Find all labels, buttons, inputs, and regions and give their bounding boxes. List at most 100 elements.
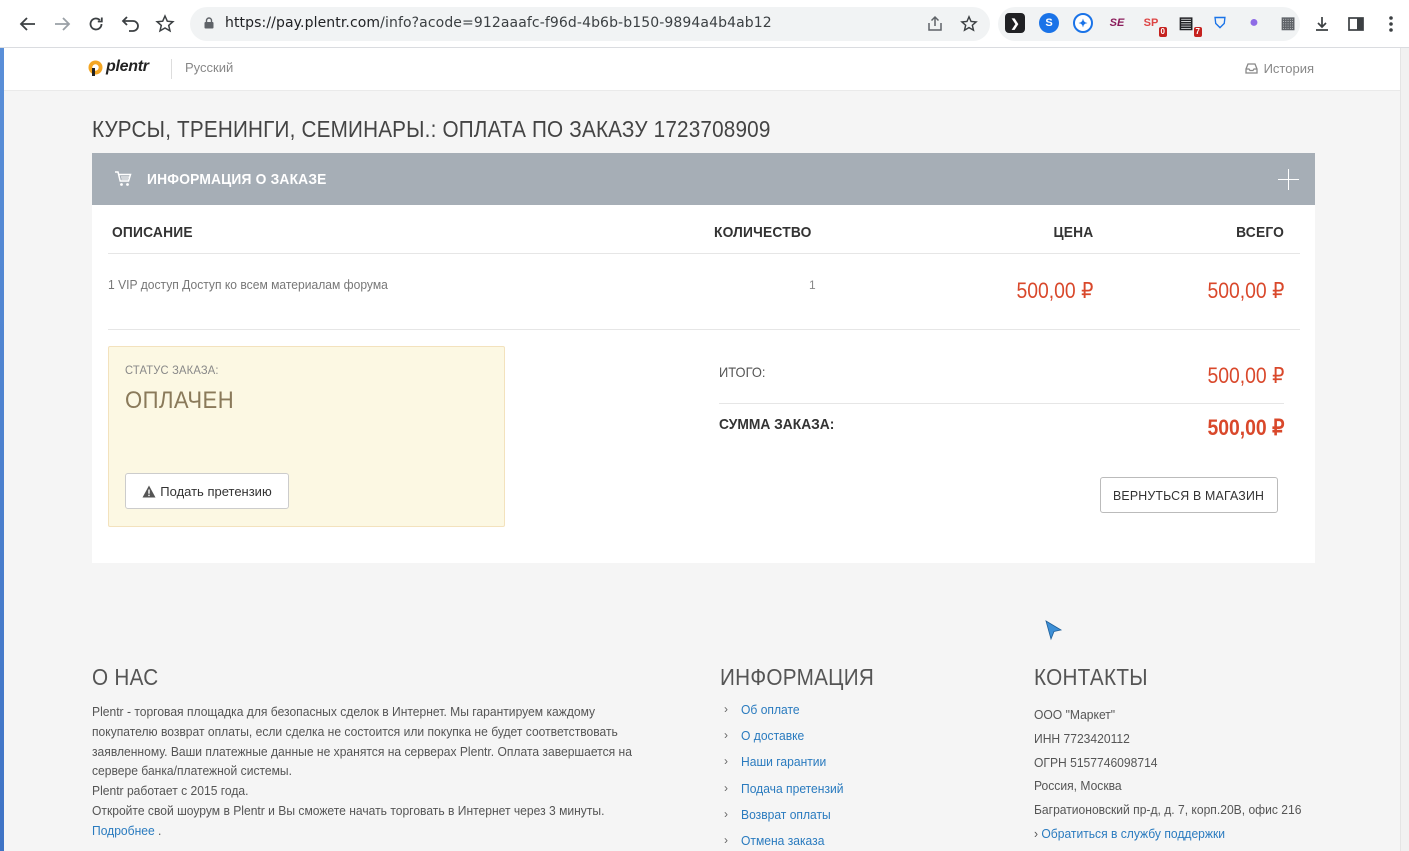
item-quantity: 1 <box>809 278 816 292</box>
summary-divider <box>719 403 1284 404</box>
inbox-icon <box>1244 63 1258 74</box>
contact-line: ОГРН 5157746098714 <box>1034 754 1158 770</box>
language-selector[interactable]: Русский <box>185 60 233 75</box>
list-item: › Подача претензий <box>724 781 851 807</box>
plentr-logo[interactable]: plentr <box>88 58 149 76</box>
chevron-right-icon: › <box>724 806 728 821</box>
expand-plus-icon[interactable] <box>1278 169 1299 190</box>
info-link-cancel[interactable]: Отмена заказа <box>741 833 824 848</box>
forward-arrow-icon[interactable] <box>51 13 73 35</box>
item-description: 1 VIP доступ Доступ ко всем материалам ф… <box>108 277 388 292</box>
column-header-total: ВСЕГО <box>1236 224 1284 241</box>
reload-icon[interactable] <box>85 13 107 35</box>
table-divider <box>108 329 1300 330</box>
sp-badge: 0 <box>1158 27 1167 37</box>
chevron-right-icon: › <box>724 728 728 743</box>
star-icon[interactable] <box>960 15 978 33</box>
about-more-row: Подробнее . <box>92 821 641 841</box>
info-link-guarantees[interactable]: Наши гарантии <box>741 754 826 769</box>
more-link[interactable]: Подробнее <box>92 823 155 838</box>
download-icon[interactable] <box>1311 13 1333 35</box>
item-total: 500,00 ₽ <box>1207 278 1284 303</box>
order-sum-label: СУММА ЗАКАЗА: <box>719 416 835 433</box>
order-card: ИНФОРМАЦИЯ О ЗАКАЗЕ ОПИСАНИЕ КОЛИЧЕСТВО … <box>92 153 1315 563</box>
about-line: сервере банка/платежной системы. <box>92 763 292 779</box>
bookmark-star-icon[interactable] <box>154 13 176 35</box>
info-link-payment[interactable]: Об оплате <box>741 702 800 717</box>
about-line: Plentr - торговая площадка для безопасны… <box>92 704 596 719</box>
return-button-label: ВЕРНУТЬСЯ В МАГАЗИН <box>1113 487 1265 503</box>
footer-about-text: Plentr - торговая площадка для безопасны… <box>92 702 641 841</box>
table-divider <box>108 253 1300 254</box>
history-link[interactable]: История <box>1244 61 1314 76</box>
chevron-right-icon: › <box>724 754 728 769</box>
filter-badge: 7 <box>1193 27 1202 37</box>
back-arrow-icon[interactable] <box>17 13 39 35</box>
compass-extension-icon[interactable]: ✦ <box>1073 13 1093 33</box>
contact-line: ООО "Маркет" <box>1034 707 1116 722</box>
column-header-price: ЦЕНА <box>1053 224 1093 241</box>
chevron-right-icon: › <box>1034 825 1042 841</box>
warning-icon <box>142 485 156 497</box>
chevron-right-icon: › <box>724 832 728 847</box>
claim-button-label: Подать претензию <box>160 483 272 499</box>
about-line: Откройте свой шоурум в Plentr и Вы сможе… <box>92 802 605 818</box>
contact-line: ИНН 7723420112 <box>1034 730 1130 746</box>
item-price: 500,00 ₽ <box>1016 278 1093 303</box>
list-item: › Наши гарантии <box>724 754 851 780</box>
order-panel-title: ИНФОРМАЦИЯ О ЗАКАЗЕ <box>147 171 327 188</box>
order-panel-header[interactable]: ИНФОРМАЦИЯ О ЗАКАЗЕ <box>92 153 1315 205</box>
column-header-quantity: КОЛИЧЕСТВО <box>714 224 812 241</box>
logo-text: plentr <box>106 58 149 75</box>
plentr-logo-icon <box>88 60 103 76</box>
about-line: Plentr работает с 2015 года. <box>92 783 249 799</box>
grid-extension-icon[interactable]: ▦ <box>1278 13 1298 33</box>
list-item: › Об оплате <box>724 702 851 728</box>
undo-icon[interactable] <box>119 13 141 35</box>
about-line: заявленному. Ваши платежные данные не хр… <box>92 743 632 759</box>
menu-kebab-icon[interactable] <box>1380 13 1402 35</box>
terminal-extension-icon[interactable]: ❯ <box>1005 13 1025 33</box>
share-icon[interactable] <box>926 15 944 33</box>
info-link-refund[interactable]: Возврат оплаты <box>741 807 831 822</box>
vpn-extension-icon[interactable]: ⛉ <box>1210 13 1230 33</box>
desktop-edge <box>0 48 4 851</box>
site-header: plentr Русский История <box>4 48 1400 91</box>
chevron-right-icon: › <box>724 702 728 716</box>
mouse-cursor-icon <box>1045 620 1063 641</box>
chevron-right-icon: › <box>724 780 728 795</box>
return-to-shop-button[interactable]: ВЕРНУТЬСЯ В МАГАЗИН <box>1100 477 1278 513</box>
info-link-delivery[interactable]: О доставке <box>741 728 804 743</box>
status-label: СТАТУС ЗАКАЗА: <box>125 363 219 377</box>
subtotal-label: ИТОГО: <box>719 364 766 380</box>
order-status-box: СТАТУС ЗАКАЗА: ОПЛАЧЕН Подать претензию <box>108 346 505 527</box>
footer-info-links: › Об оплате › О доставке › Наши гарантии › П… <box>724 702 851 851</box>
info-link-claims[interactable]: Подача претензий <box>741 781 843 796</box>
file-claim-button[interactable]: Подать претензию <box>125 473 289 509</box>
subtotal-value: 500,00 ₽ <box>1207 363 1284 388</box>
scrollbar[interactable] <box>1400 48 1409 851</box>
se-extension-icon[interactable]: SE <box>1107 13 1127 33</box>
status-value: ОПЛАЧЕН <box>125 387 235 414</box>
address-bar[interactable]: https://pay.plentr.com/info?acode=912aaa… <box>190 7 990 41</box>
sync-extension-icon[interactable]: S <box>1039 13 1059 33</box>
side-panel-icon[interactable] <box>1345 13 1367 35</box>
drop-extension-icon[interactable]: ● <box>1244 13 1264 33</box>
list-item: › Отмена заказа <box>724 833 851 851</box>
filter-extension-icon[interactable]: ▤ 7 <box>1176 13 1202 37</box>
sp-extension-icon[interactable]: SP 0 <box>1141 13 1167 37</box>
more-suffix: . <box>154 822 162 838</box>
history-label: История <box>1263 61 1314 76</box>
support-row: › Обратиться в службу поддержки <box>1034 822 1301 846</box>
about-line: покупателю возврат оплаты, если сделка н… <box>92 723 618 739</box>
footer-contacts: ООО "Маркет" ИНН 7723420112 ОГРН 5157746… <box>1034 703 1301 846</box>
footer-about-title: О НАС <box>92 664 159 690</box>
header-divider <box>171 59 172 79</box>
list-item: › О доставке <box>724 728 851 754</box>
order-sum-value: 500,00 ₽ <box>1207 415 1284 440</box>
browser-toolbar: https://pay.plentr.com/info?acode=912aaa… <box>0 0 1409 48</box>
column-header-description: ОПИСАНИЕ <box>112 224 193 241</box>
page-title: КУРСЫ, ТРЕНИНГИ, СЕМИНАРЫ.: ОПЛАТА ПО ЗА… <box>92 116 771 142</box>
footer-contacts-title: КОНТАКТЫ <box>1034 664 1148 690</box>
support-link[interactable]: Обратиться в службу поддержки <box>1041 826 1225 841</box>
